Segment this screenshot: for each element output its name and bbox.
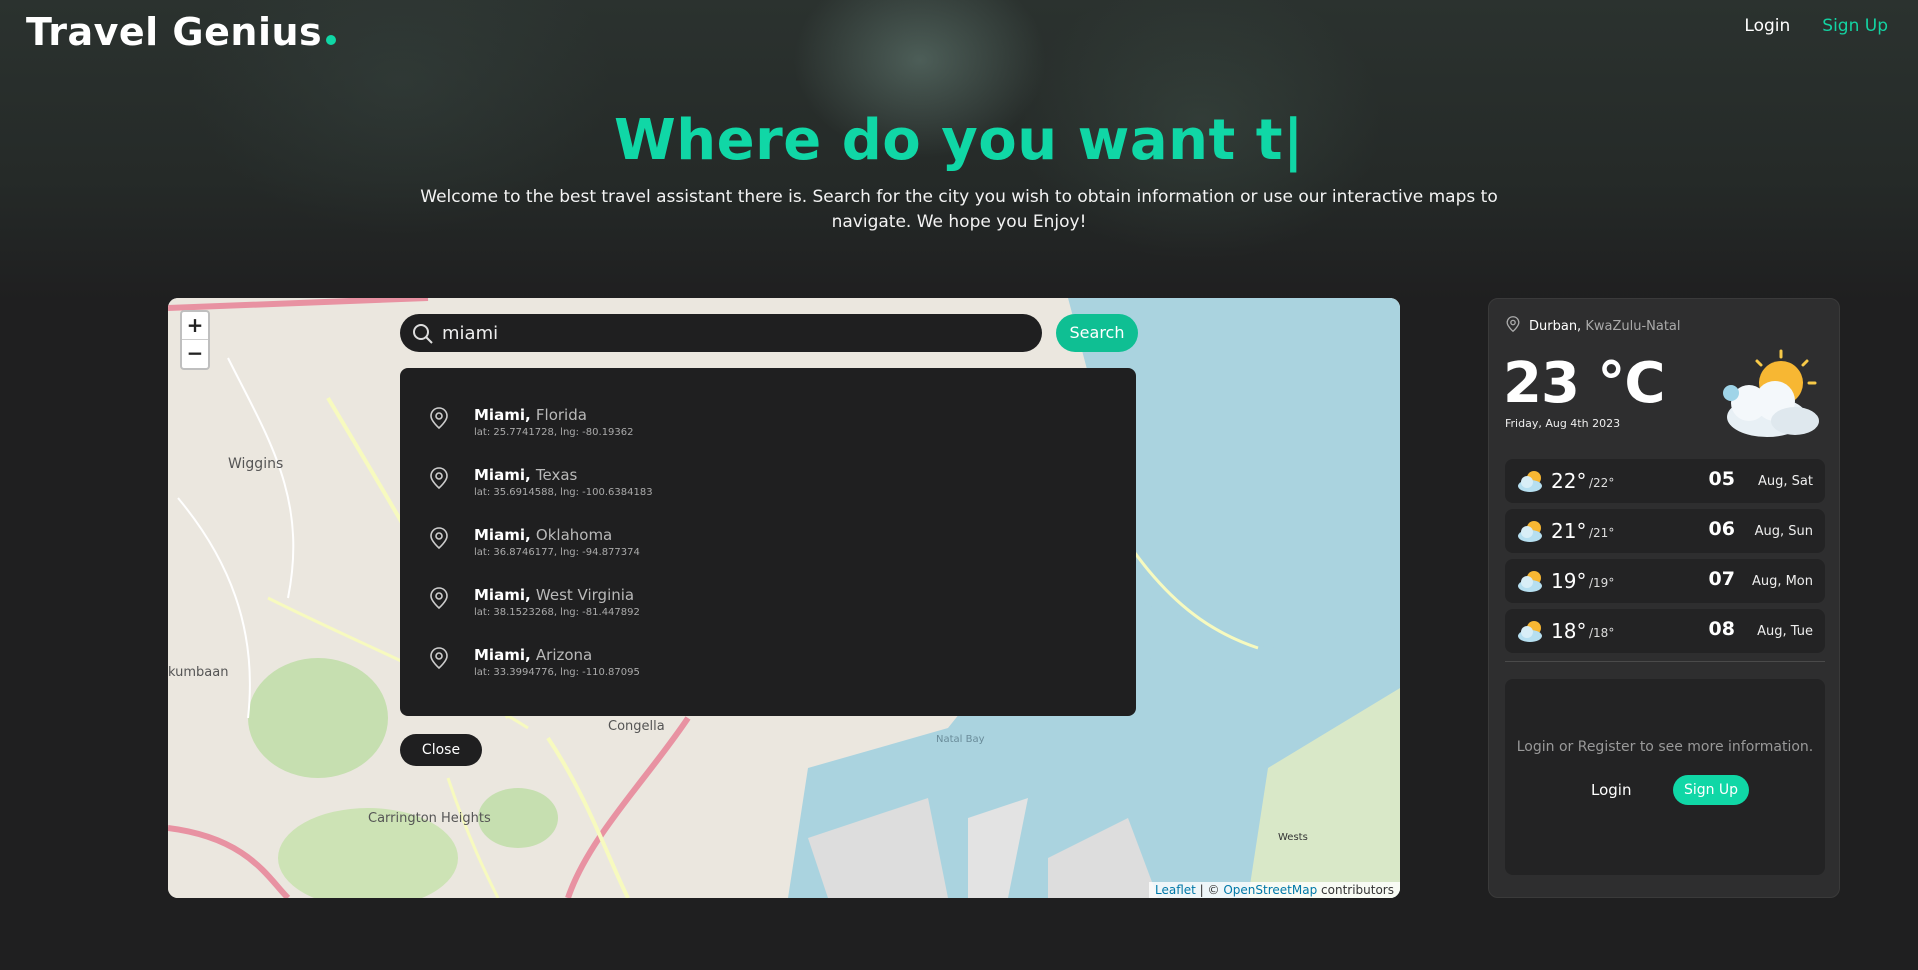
weather-panel: Durban, KwaZulu-Natal 23 °C Friday, Aug … [1488, 298, 1840, 898]
weather-region: KwaZulu-Natal [1585, 318, 1681, 334]
forecast-low: /21° [1589, 526, 1615, 540]
search-icon [412, 323, 434, 349]
forecast-date-number: 08 [1708, 618, 1735, 640]
forecast-high: 18° [1551, 619, 1587, 643]
result-region: Texas [535, 466, 578, 484]
partly-cloudy-icon [1517, 519, 1545, 547]
nav-signup-link[interactable]: Sign Up [1822, 16, 1888, 36]
result-region: Florida [535, 406, 587, 424]
partly-cloudy-icon [1717, 347, 1827, 447]
forecast-day: 19° /19° 07 Aug, Mon [1505, 559, 1825, 603]
partly-cloudy-icon [1517, 619, 1545, 647]
forecast-low: /18° [1589, 626, 1615, 640]
search-result-item[interactable]: Miami, West Virginia lat: 38.1523268, ln… [400, 570, 1136, 630]
forecast-low: /22° [1589, 476, 1615, 490]
logo-dot [326, 35, 337, 45]
panel-signup-button[interactable]: Sign Up [1673, 775, 1749, 805]
map-attribution: Leaflet | © OpenStreetMap contributors [1149, 882, 1400, 898]
result-city: Miami, Oklahoma [474, 526, 613, 544]
interactive-map[interactable]: Wiggins kumbaan Carrington Heights Conge… [168, 298, 1400, 898]
map-label-natal-bay: Natal Bay [936, 734, 985, 745]
hero-subtitle: Welcome to the best travel assistant the… [420, 187, 1498, 232]
result-region: Arizona [535, 646, 593, 664]
location-pin-icon [1505, 315, 1521, 337]
panel-login-link[interactable]: Login [1591, 781, 1631, 799]
forecast-high: 22° [1551, 469, 1587, 493]
search-result-item[interactable]: Miami, Texas lat: 35.6914588, lng: -100.… [400, 450, 1136, 510]
result-city: Miami, Arizona [474, 646, 593, 664]
forecast-date-text: Aug, Sat [1758, 474, 1813, 489]
nav-login-link[interactable]: Login [1744, 16, 1790, 36]
map-label-wests: Wests [1278, 832, 1308, 843]
zoom-out-button[interactable]: − [182, 340, 208, 368]
partly-cloudy-icon [1517, 469, 1545, 497]
result-coords: lat: 33.3994776, lng: -110.87095 [474, 667, 640, 678]
zoom-in-button[interactable]: + [182, 312, 208, 340]
result-coords: lat: 36.8746177, lng: -94.877374 [474, 547, 640, 558]
result-city: Miami, West Virginia [474, 586, 635, 604]
forecast-day: 18° /18° 08 Aug, Tue [1505, 609, 1825, 653]
search-result-item[interactable]: Miami, Oklahoma lat: 36.8746177, lng: -9… [400, 510, 1136, 570]
forecast-date-text: Aug, Mon [1751, 574, 1813, 589]
forecast-date-text: Aug, Tue [1757, 624, 1813, 639]
login-prompt-message: Login or Register to see more informatio… [1516, 739, 1814, 755]
search-bar [400, 314, 1042, 352]
partly-cloudy-icon [1517, 569, 1545, 597]
location-pin-icon [428, 586, 450, 614]
search-result-item[interactable]: Miami, Arizona lat: 33.3994776, lng: -11… [400, 630, 1136, 690]
panel-divider [1505, 661, 1825, 662]
location-pin-icon [428, 466, 450, 494]
map-label-kumbaan: kumbaan [168, 665, 228, 680]
current-date: Friday, Aug 4th 2023 [1505, 417, 1621, 430]
search-results-dropdown: Miami, Florida lat: 25.7741728, lng: -80… [400, 368, 1136, 716]
search-button[interactable]: Search [1056, 314, 1138, 352]
result-coords: lat: 25.7741728, lng: -80.19362 [474, 427, 634, 438]
forecast-high: 21° [1551, 519, 1587, 543]
top-nav: Login Sign Up [1744, 16, 1888, 36]
search-input[interactable] [442, 314, 1022, 352]
logo-text: Travel Genius [26, 10, 323, 54]
hero-headline: Where do you want t| [614, 108, 1304, 173]
osm-link[interactable]: OpenStreetMap [1223, 883, 1317, 897]
weather-city: Durban, [1529, 318, 1582, 334]
site-logo[interactable]: Travel Genius [26, 10, 337, 54]
forecast-date-text: Aug, Sun [1754, 524, 1813, 539]
search-result-item[interactable]: Miami, Florida lat: 25.7741728, lng: -80… [400, 390, 1136, 450]
result-region: Oklahoma [535, 526, 613, 544]
zoom-control: + − [180, 310, 210, 370]
close-results-button[interactable]: Close [400, 734, 482, 766]
forecast-high: 19° [1551, 569, 1587, 593]
forecast-date-number: 05 [1708, 468, 1735, 490]
result-region: West Virginia [535, 586, 635, 604]
location-pin-icon [428, 526, 450, 554]
weather-location: Durban, KwaZulu-Natal [1505, 315, 1681, 337]
forecast-low: /19° [1589, 576, 1615, 590]
location-pin-icon [428, 406, 450, 434]
location-pin-icon [428, 646, 450, 674]
map-label-wiggins: Wiggins [228, 456, 283, 472]
login-prompt-box: Login or Register to see more informatio… [1505, 679, 1825, 875]
result-city: Miami, Texas [474, 466, 578, 484]
map-label-carrington: Carrington Heights [368, 811, 491, 826]
result-city: Miami, Florida [474, 406, 587, 424]
result-coords: lat: 38.1523268, lng: -81.447892 [474, 607, 640, 618]
forecast-date-number: 06 [1708, 518, 1735, 540]
forecast-date-number: 07 [1708, 568, 1735, 590]
forecast-day: 22° /22° 05 Aug, Sat [1505, 459, 1825, 503]
current-temperature: 23 °C [1503, 351, 1666, 416]
forecast-day: 21° /21° 06 Aug, Sun [1505, 509, 1825, 553]
leaflet-link[interactable]: Leaflet [1155, 883, 1196, 897]
map-label-congella: Congella [608, 719, 665, 734]
result-coords: lat: 35.6914588, lng: -100.6384183 [474, 487, 653, 498]
